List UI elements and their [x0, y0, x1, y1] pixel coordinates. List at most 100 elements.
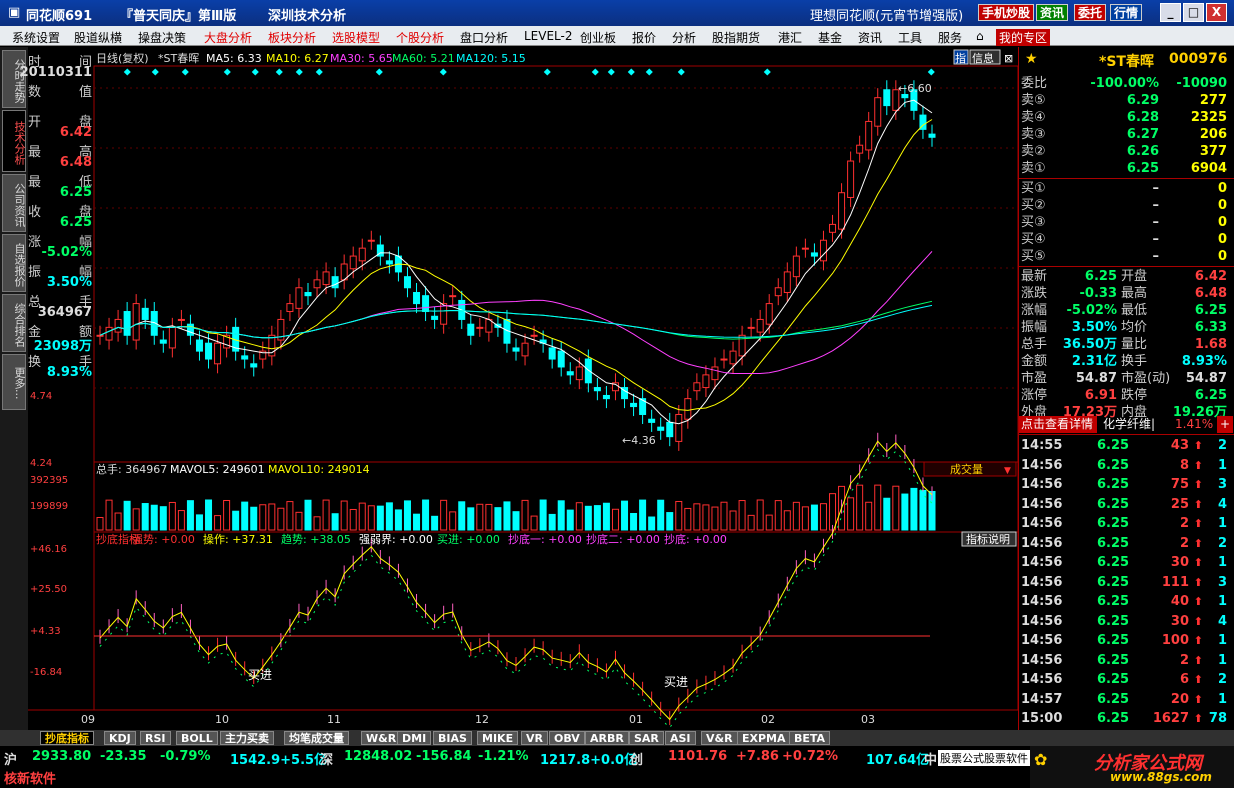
- up-arrow-icon: ⬆: [1193, 673, 1203, 686]
- quote-button[interactable]: 行情: [1110, 4, 1143, 21]
- tick-volume: 43: [1170, 438, 1189, 453]
- price-axis-label: 4.24: [30, 458, 52, 469]
- chart-area[interactable]: 日线(复权) *ST春晖 MA5: 6.33 MA10: 6.27 MA30: 5.65…: [0, 0, 1018, 730]
- plus-button[interactable]: +: [1217, 416, 1233, 433]
- tick-count: 78: [1208, 711, 1227, 726]
- ask-row: 卖③ 6.27 206: [1021, 126, 1227, 143]
- candle-body: [856, 144, 864, 154]
- signal-diamond: [439, 68, 447, 76]
- tick-time: 14:56: [1021, 672, 1063, 687]
- volume-bar: [132, 508, 140, 531]
- volume-bar: [241, 501, 249, 531]
- indicator-tab-10[interactable]: VR: [521, 731, 548, 745]
- candle-body: [783, 271, 791, 294]
- stock-title: *ST春晖: [1099, 54, 1154, 70]
- volume-bar: [738, 500, 746, 531]
- row-price: –: [1152, 232, 1160, 247]
- volume-bar: [105, 499, 113, 531]
- indicator-tab-3[interactable]: BOLL: [176, 731, 218, 745]
- tick-count: 1: [1217, 516, 1227, 531]
- tick-count: 1: [1217, 457, 1227, 473]
- tick-row: 14:56 6.25 30 ⬆ 1: [1021, 553, 1227, 572]
- stat-label: 振幅: [1021, 320, 1048, 335]
- candle-body: [123, 311, 131, 336]
- tick-count: 1: [1217, 652, 1227, 668]
- bid-row: 买⑤ – 0: [1021, 248, 1227, 265]
- weibi-row: 委比 -100.00% -10090: [1021, 75, 1227, 92]
- tick-row: 14:56 6.25 40 ⬆ 1: [1021, 592, 1227, 611]
- ma60-label: MA60: 5.21: [392, 52, 455, 65]
- candle-body: [557, 350, 565, 368]
- indicator-axis-label: +46.16: [30, 544, 67, 555]
- indicator-tab-11[interactable]: OBV: [549, 731, 585, 745]
- x-axis-label: 11: [327, 713, 341, 726]
- stat-label: 涨停: [1021, 388, 1048, 403]
- cy-pct: +0.72%: [782, 749, 838, 764]
- indicator-tab-0[interactable]: 抄底指标: [40, 731, 94, 745]
- signal-diamond: [123, 68, 131, 76]
- volume-bar: [648, 516, 656, 531]
- minimize-button[interactable]: _: [1160, 3, 1181, 22]
- maximize-button[interactable]: □: [1183, 3, 1204, 22]
- stat-label: 换手: [1121, 354, 1148, 369]
- indicator-tab-16[interactable]: EXPMA: [737, 731, 791, 745]
- candle-body: [114, 318, 122, 333]
- tick-count: 4: [1217, 613, 1227, 629]
- candle-body: [385, 260, 393, 265]
- volume-bar: [566, 509, 574, 531]
- indicator-tab-7[interactable]: DMI: [397, 731, 432, 745]
- trust-button[interactable]: 委托: [1074, 4, 1107, 21]
- signal-diamond: [375, 68, 383, 76]
- candle-body: [304, 292, 312, 297]
- indicator-axis-label: +25.50: [30, 584, 67, 595]
- close-button[interactable]: X: [1206, 3, 1227, 22]
- candle-body: [648, 418, 656, 423]
- divider: [1019, 266, 1234, 267]
- stat-label: 量比: [1121, 337, 1148, 352]
- indicator-tab-14[interactable]: ASI: [665, 731, 696, 745]
- indicator-tab-9[interactable]: MIKE: [477, 731, 519, 745]
- ask-row: 卖② 6.26 377: [1021, 143, 1227, 160]
- candle-body: [838, 192, 846, 230]
- indicator-tab-5[interactable]: 均笔成交量: [284, 731, 349, 745]
- indicator-tab-8[interactable]: BIAS: [433, 731, 472, 745]
- candle-body: [711, 366, 719, 381]
- tick-time: 14:56: [1021, 633, 1063, 648]
- mavol5-label: MAVOL5: 249601: [170, 463, 265, 476]
- indicator-tab-17[interactable]: BETA: [789, 731, 831, 745]
- indicator-yellow-line: [99, 440, 933, 721]
- indicator-header-label: 抄底一: +0.00: [508, 532, 582, 546]
- tick-volume: 2: [1179, 535, 1189, 551]
- indicator-tab-2[interactable]: RSI: [140, 731, 171, 745]
- indicator-tab-12[interactable]: ARBR: [585, 731, 629, 745]
- index-button-label: 指: [955, 51, 966, 65]
- indicator-tab-6[interactable]: W&R: [361, 731, 402, 745]
- tick-row: 14:56 6.25 111 ⬆ 3: [1021, 573, 1227, 592]
- indicator-tab-15[interactable]: V&R: [701, 731, 738, 745]
- row-volume: -10090: [1176, 76, 1227, 91]
- volume-bar: [195, 514, 203, 531]
- up-arrow-icon: ⬆: [1193, 575, 1203, 589]
- indicator-tab-4[interactable]: 主力买卖: [220, 731, 274, 745]
- tick-count: 1: [1217, 594, 1227, 609]
- detail-button[interactable]: 点击查看详情: [1019, 416, 1097, 433]
- volume-bar: [186, 500, 194, 531]
- tick-count: 3: [1217, 574, 1227, 590]
- tick-row: 14:56 6.25 100 ⬆ 1: [1021, 631, 1227, 650]
- volume-bar: [385, 502, 393, 531]
- news-button[interactable]: 资讯: [1036, 4, 1069, 21]
- indicator-tab-1[interactable]: KDJ: [104, 731, 136, 745]
- tick-price: 6.25: [1097, 535, 1130, 551]
- tick-price: 6.25: [1097, 672, 1130, 687]
- candle-body: [195, 339, 203, 352]
- volume-bar: [756, 499, 764, 531]
- volume-bar: [313, 516, 321, 531]
- cy-change: +7.86: [736, 749, 779, 764]
- candle-body: [747, 326, 755, 329]
- volume-bar: [557, 500, 565, 531]
- stat-value: 54.87: [1185, 371, 1227, 386]
- up-arrow-icon: ⬆: [1193, 458, 1203, 472]
- indicator-tab-13[interactable]: SAR: [629, 731, 664, 745]
- volume-bar: [141, 503, 149, 531]
- volume-bar: [865, 501, 873, 531]
